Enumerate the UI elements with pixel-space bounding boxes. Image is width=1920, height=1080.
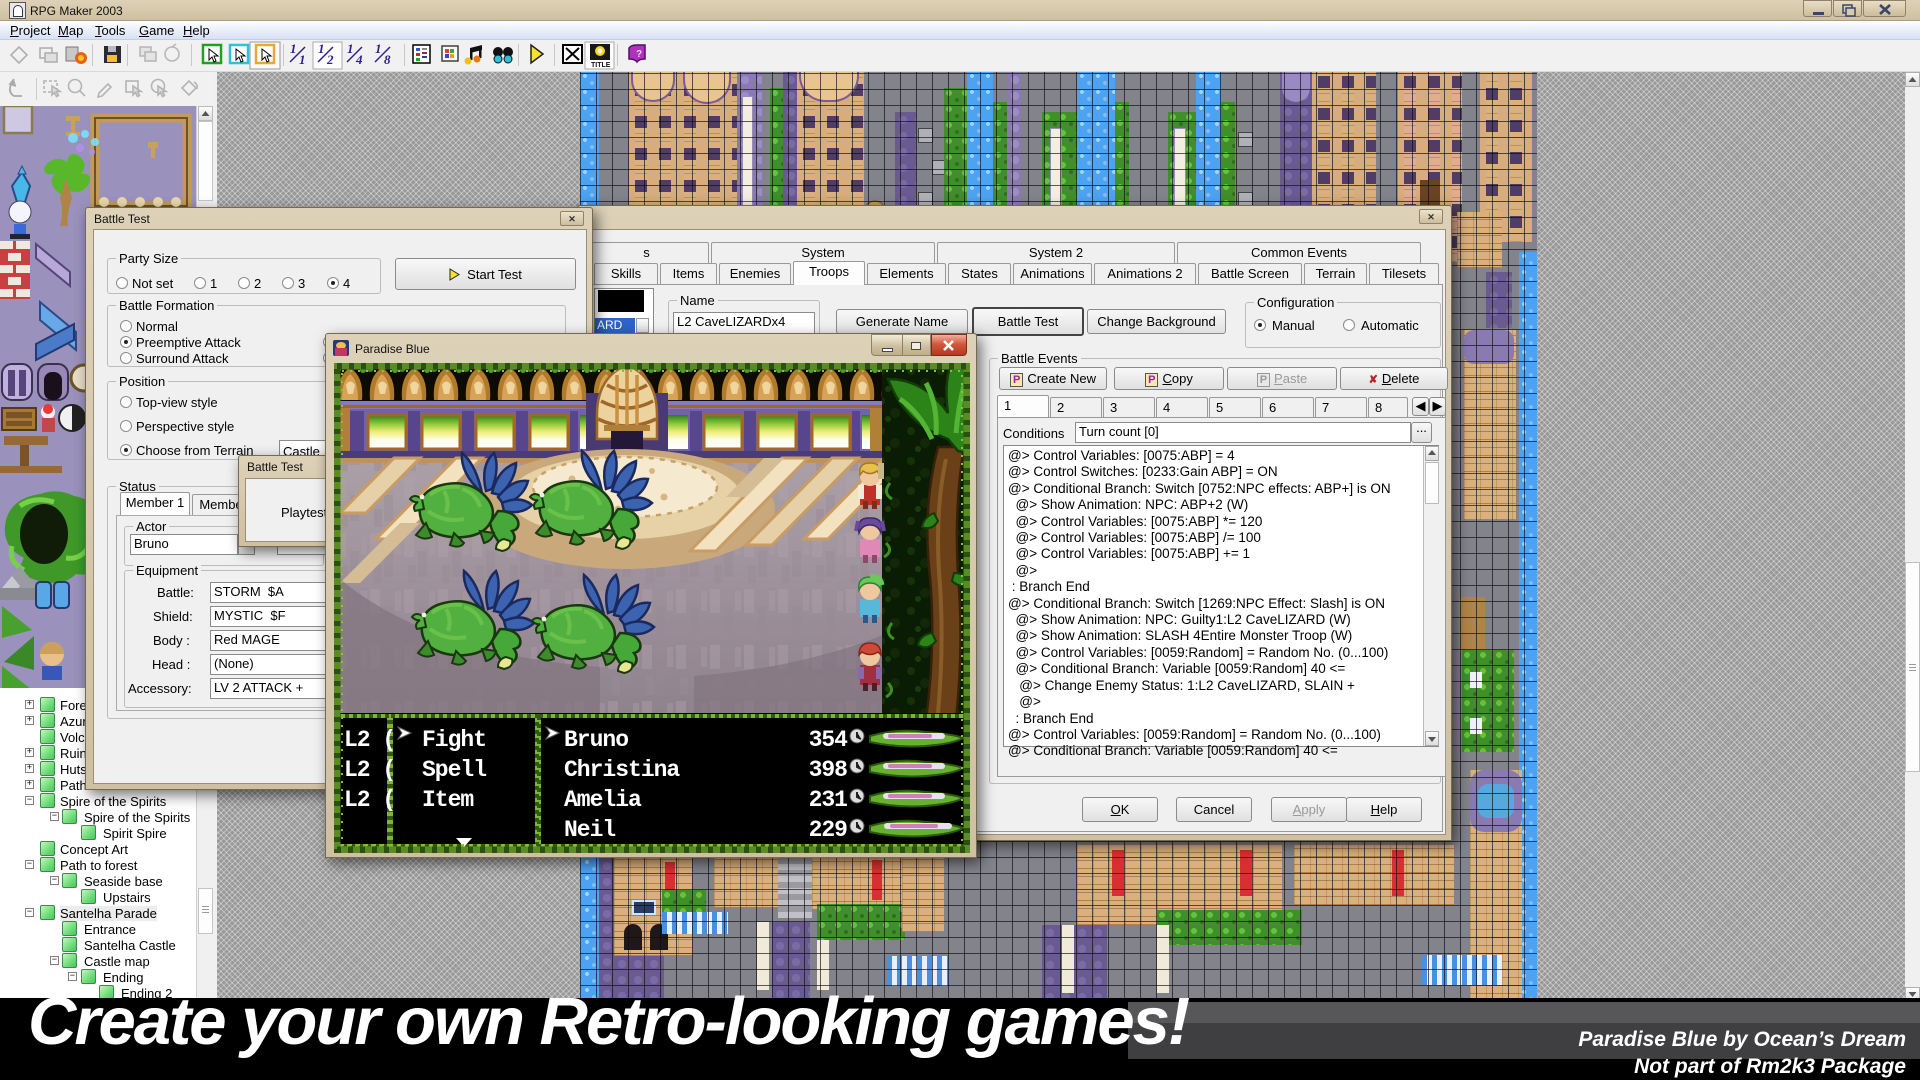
svg-text:Bruno: Bruno xyxy=(564,727,628,753)
svg-text:L2 (: L2 ( xyxy=(344,727,395,753)
svg-text:TITLE: TITLE xyxy=(591,62,611,69)
svg-text:Spell: Spell xyxy=(422,757,486,783)
svg-text:L2 (: L2 ( xyxy=(344,787,395,813)
svg-text:2: 2 xyxy=(326,52,334,67)
svg-text:1: 1 xyxy=(299,52,306,67)
svg-text:354: 354 xyxy=(809,727,849,753)
svg-text:?: ? xyxy=(636,49,642,60)
svg-text:Item: Item xyxy=(422,787,473,813)
svg-text:1: 1 xyxy=(375,41,382,56)
svg-text:4: 4 xyxy=(355,52,363,67)
svg-text:1: 1 xyxy=(290,41,297,56)
svg-text:231: 231 xyxy=(809,787,848,813)
svg-text:8: 8 xyxy=(384,52,391,67)
svg-text:Fight: Fight xyxy=(422,727,486,753)
svg-text:Amelia: Amelia xyxy=(564,787,642,813)
svg-text:1: 1 xyxy=(347,41,354,56)
svg-text:229: 229 xyxy=(809,817,848,843)
svg-text:398: 398 xyxy=(809,757,848,783)
svg-text:L2 (: L2 ( xyxy=(344,757,395,783)
svg-text:Christina: Christina xyxy=(564,757,680,783)
svg-text:Neil: Neil xyxy=(564,817,615,843)
svg-text:1: 1 xyxy=(318,41,325,56)
